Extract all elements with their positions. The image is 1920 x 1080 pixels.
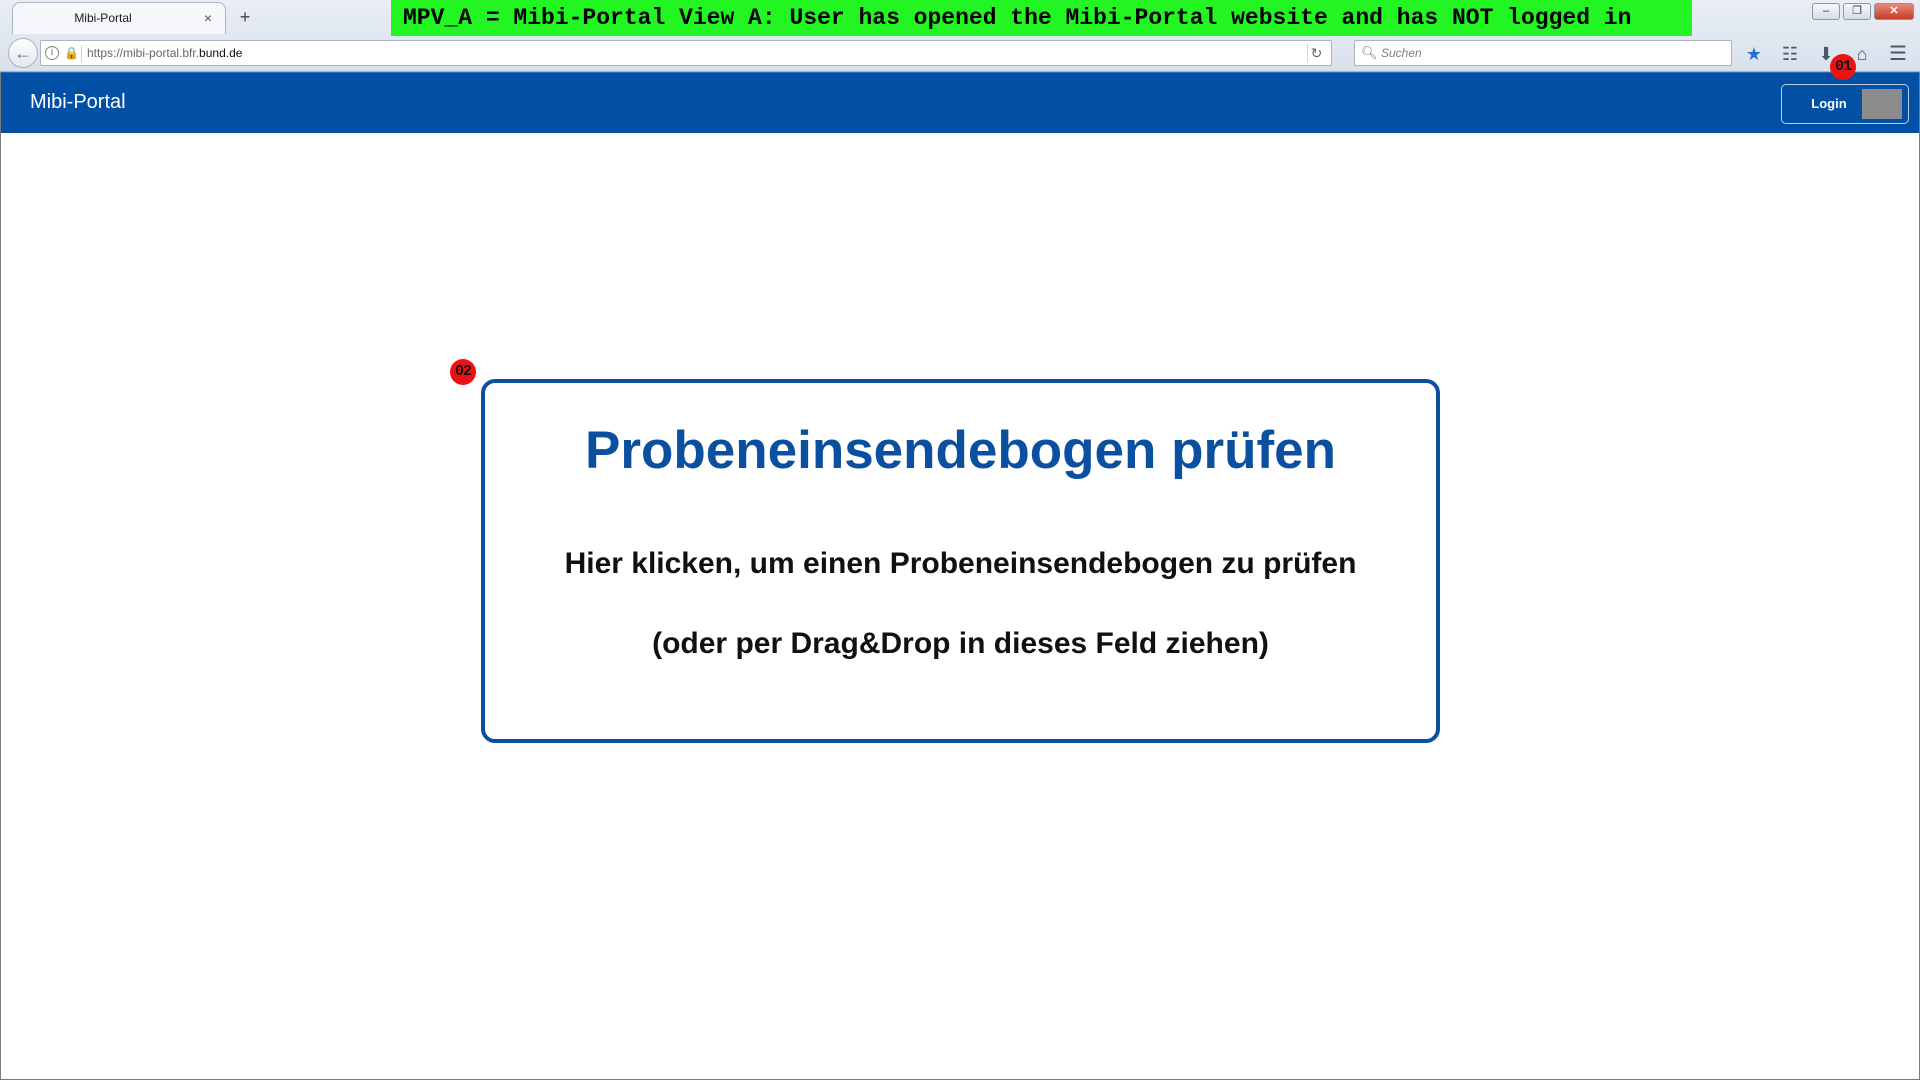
url-domain: bund.de [199,46,243,60]
dropzone-title: Probeneinsendebogen prüfen [585,421,1336,480]
lock-icon[interactable]: 🔒 [64,46,79,60]
search-input[interactable] [1379,44,1719,62]
search-icon: 🔍︎ [1361,45,1378,60]
brand-title[interactable]: Mibi-Portal [30,91,126,114]
annotation-banner: MPV_A = Mibi-Portal View A: User has ope… [391,0,1692,36]
upload-dropzone[interactable]: Probeneinsendebogen prüfen Hier klicken,… [481,379,1440,743]
tab-mibi-portal[interactable]: Mibi-Portal × [12,2,226,34]
tab-close-icon[interactable]: × [199,9,217,27]
info-icon[interactable]: i [45,46,59,60]
login-button[interactable]: Login [1781,84,1909,124]
url-prefix: https://mibi-portal.bfr. [87,46,200,60]
navigation-toolbar: ← i 🔒 https://mibi-portal.bfr.bund.de ↻ … [0,36,1920,72]
clipboard-icon[interactable]: ☷ [1776,40,1804,68]
star-icon[interactable]: ★ [1740,40,1768,68]
tab-title: Mibi-Portal [74,11,132,25]
url-text[interactable]: https://mibi-portal.bfr.bund.de [87,46,242,60]
new-tab-button[interactable]: + [234,6,256,28]
minimize-window-button[interactable]: – [1812,3,1840,20]
search-bar[interactable]: 🔍︎ [1354,40,1732,66]
maximize-window-button[interactable]: ❐ [1843,3,1871,20]
tab-strip: Mibi-Portal × + MPV_A = Mibi-Portal View… [0,0,1920,36]
window-controls: – ❐ ✕ [1812,3,1914,21]
dropzone-drag-hint: (oder per Drag&Drop in dieses Feld ziehe… [652,627,1269,660]
browser-chrome: Mibi-Portal × + MPV_A = Mibi-Portal View… [0,0,1920,72]
annotation-marker-02: 02 [450,359,476,385]
page-viewport: Mibi-Portal Login 02 Probeneinsendebogen… [0,72,1920,1080]
url-bar[interactable]: i 🔒 https://mibi-portal.bfr.bund.de ↻ [40,40,1332,66]
url-separator [81,45,82,63]
back-arrow-icon[interactable]: ← [8,38,38,68]
dropzone-instruction: Hier klicken, um einen Probeneinsendebog… [564,547,1357,580]
hamburger-menu-icon[interactable]: ☰ [1884,40,1912,68]
annotation-marker-01: 01 [1830,54,1856,80]
reload-icon[interactable]: ↻ [1307,44,1325,62]
user-avatar-placeholder [1862,89,1902,119]
site-header: Mibi-Portal Login [1,72,1919,133]
close-window-button[interactable]: ✕ [1874,3,1914,20]
